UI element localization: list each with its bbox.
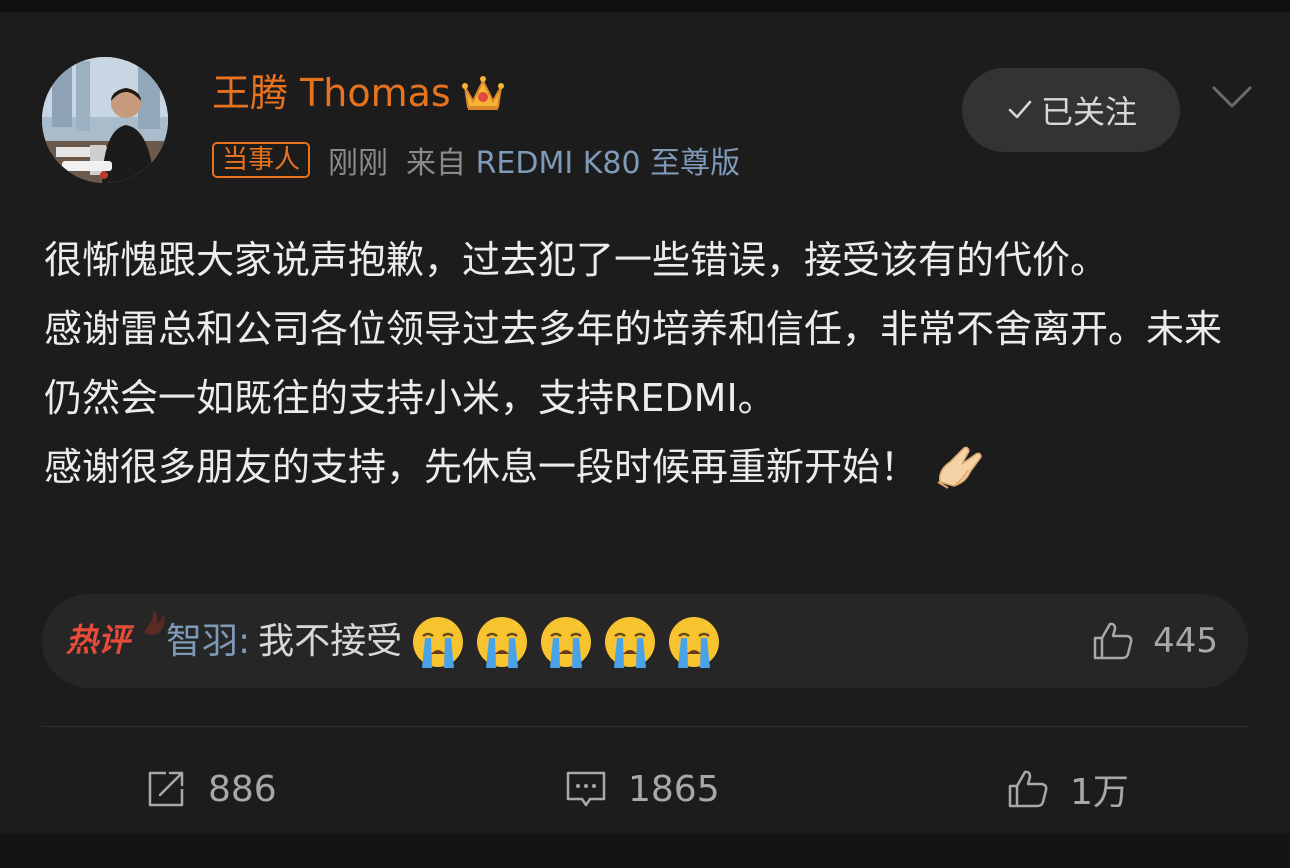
comment-icon [566, 771, 606, 807]
comment-count: 1865 [628, 768, 720, 810]
crying-face-emoji-icon [477, 617, 528, 668]
post-source: 来自 REDMI K80 至尊版 [406, 138, 740, 182]
follow-button[interactable]: 已关注 [962, 68, 1180, 152]
praying-hands-emoji-icon [937, 446, 982, 489]
comment-like-button[interactable]: 445 [1091, 616, 1218, 666]
comment-author[interactable]: 智羽 [166, 616, 238, 668]
weibo-post-card: 王腾 Thomas 当事人 刚刚 来自 REDMI K80 至尊版 已关注 很惭… [0, 12, 1290, 834]
post-paragraph-3: 感谢很多朋友的支持，先休息一段时候再重新开始！ [44, 433, 1254, 502]
divider [42, 726, 1248, 727]
comment-colon: : [238, 621, 251, 662]
comment-body: 我不接受 [258, 621, 403, 662]
chevron-down-icon[interactable] [1210, 82, 1254, 112]
author-name[interactable]: 王腾 Thomas [212, 68, 451, 118]
crying-face-emoji-icon [669, 617, 720, 668]
crying-face-emoji-icon [541, 617, 592, 668]
avatar[interactable] [42, 57, 168, 183]
crying-face-emoji-icon [413, 617, 464, 668]
hot-comment[interactable]: 热评 智羽 : 我不接受 445 [42, 594, 1248, 688]
share-icon [148, 771, 184, 807]
author-row: 王腾 Thomas [212, 68, 505, 118]
comment-button[interactable]: 1865 [564, 754, 720, 824]
comment-like-count: 445 [1153, 621, 1218, 661]
thumbs-up-icon [1008, 770, 1048, 808]
crying-face-emoji-icon [605, 617, 656, 668]
post-meta: 当事人 刚刚 来自 REDMI K80 至尊版 [212, 138, 740, 182]
check-icon [1008, 100, 1032, 119]
repost-button[interactable]: 886 [144, 754, 277, 824]
bottom-strip [0, 834, 1290, 868]
thumbs-up-icon [1093, 622, 1133, 660]
follow-label: 已关注 [1040, 93, 1137, 131]
crown-icon[interactable] [461, 71, 505, 115]
hot-comment-content: 智羽 : 我不接受 [166, 614, 722, 670]
post-paragraph-3-text: 感谢很多朋友的支持，先休息一段时候再重新开始！ [44, 445, 919, 489]
like-count: 1万 [1070, 772, 1129, 813]
post-paragraph-1: 很惭愧跟大家说声抱歉，过去犯了一些错误，接受该有的代价。 [44, 238, 1109, 282]
like-button[interactable]: 1万 [1006, 754, 1129, 824]
post-time: 刚刚 [328, 146, 389, 181]
tag-badge: 当事人 [212, 142, 311, 178]
source-prefix: 来自 [406, 146, 467, 181]
repost-count: 886 [208, 768, 277, 810]
post-paragraph-2: 感谢雷总和公司各位领导过去多年的培养和信任，非常不舍离开。未来仍然会一如既往的支… [44, 307, 1223, 420]
source-device[interactable]: REDMI K80 至尊版 [476, 146, 741, 181]
flame-icon [144, 608, 165, 635]
post-body: 很惭愧跟大家说声抱歉，过去犯了一些错误，接受该有的代价。 感谢雷总和公司各位领导… [44, 226, 1254, 502]
avatar-photo [42, 57, 168, 183]
hot-comment-badge: 热评 [66, 621, 131, 659]
